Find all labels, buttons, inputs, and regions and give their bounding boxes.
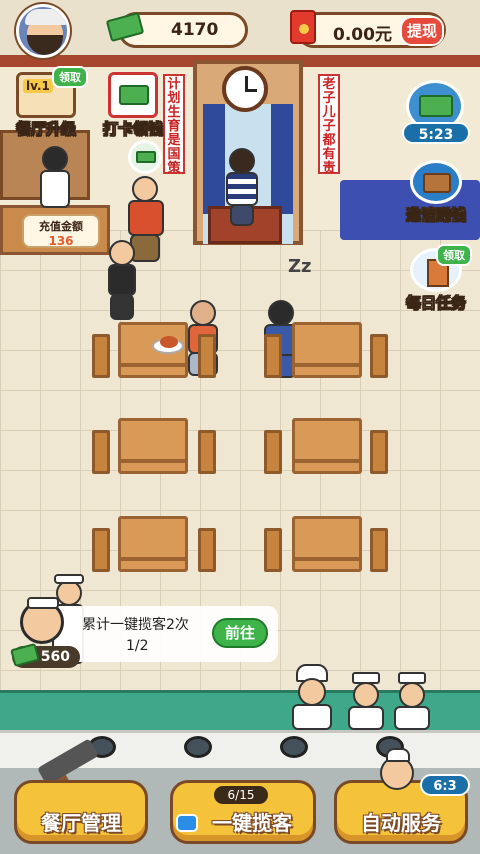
cash-value: 0.00元 bbox=[333, 25, 392, 45]
customer-jacket bbox=[108, 264, 136, 296]
staff-uniform bbox=[40, 170, 70, 208]
stool bbox=[92, 528, 110, 572]
chef-2 bbox=[346, 672, 386, 730]
task-go-button[interactable]: 前往 bbox=[212, 618, 268, 648]
red-envelope-icon bbox=[290, 10, 316, 44]
chef-head bbox=[399, 682, 425, 708]
customer-pants bbox=[230, 204, 254, 226]
stool bbox=[92, 430, 110, 474]
staff-head bbox=[42, 146, 68, 172]
invite-label: 邀请赚钱 bbox=[405, 206, 467, 225]
customer-shirt bbox=[128, 200, 164, 236]
daily-claim-badge[interactable]: 领取 bbox=[436, 244, 472, 266]
chef-hat bbox=[54, 574, 84, 584]
avatar-cap bbox=[25, 9, 67, 25]
stool bbox=[264, 334, 282, 378]
stool bbox=[370, 430, 388, 474]
sleep-indicator: Zz bbox=[288, 256, 312, 277]
checkin-button[interactable]: 打卡领钱 bbox=[92, 72, 174, 139]
dining-table-4[interactable] bbox=[292, 418, 362, 474]
reward-timer: 5:23 bbox=[402, 122, 470, 144]
customer-pants bbox=[110, 294, 134, 320]
stool bbox=[264, 528, 282, 572]
video-ad-icon bbox=[176, 814, 198, 832]
chef-uniform bbox=[348, 706, 384, 730]
checkin-label: 打卡领钱 bbox=[102, 120, 164, 139]
withdraw-button[interactable]: 提现 bbox=[400, 16, 444, 46]
nurse-cap bbox=[27, 597, 59, 609]
nurse-avatar bbox=[20, 597, 64, 644]
stove-burner bbox=[184, 736, 212, 758]
customer-at-door[interactable] bbox=[222, 148, 262, 228]
stool bbox=[370, 334, 388, 378]
chef-1 bbox=[288, 664, 336, 730]
wall-clock bbox=[222, 66, 268, 112]
stool bbox=[198, 334, 216, 378]
chef-uniform bbox=[292, 704, 332, 730]
floating-cash-bubble[interactable] bbox=[128, 140, 162, 174]
auto-service-ratio: 6:3 bbox=[420, 774, 470, 796]
stove-burner bbox=[280, 736, 308, 758]
customer-head bbox=[132, 176, 158, 202]
restaurant-management-button[interactable]: 餐厅管理 bbox=[14, 780, 148, 844]
auto-service-chef-icon bbox=[380, 748, 414, 790]
upgrade-label: 餐厅升级 bbox=[15, 120, 77, 139]
management-label: 餐厅管理 bbox=[41, 811, 121, 835]
upgrade-claim-badge[interactable]: 领取 bbox=[52, 66, 88, 88]
stool bbox=[264, 430, 282, 474]
game-stage: 计划生育是国策 老子儿子都有责 Zz 4170 0.00元 提现 lv.1 餐厅… bbox=[0, 0, 480, 854]
banner-right: 老子儿子都有责 bbox=[318, 74, 340, 176]
cash-icon bbox=[136, 151, 156, 163]
level-badge: lv.1 bbox=[23, 79, 53, 93]
customer-head bbox=[109, 240, 135, 266]
chef-head bbox=[298, 678, 326, 706]
stool bbox=[370, 528, 388, 572]
dining-table-2[interactable] bbox=[292, 322, 362, 378]
curtain-right bbox=[271, 104, 293, 214]
recharge-amount: 136 bbox=[48, 234, 74, 248]
food-dish bbox=[160, 336, 178, 348]
gift-box-icon bbox=[410, 160, 462, 204]
dining-table-5[interactable] bbox=[118, 516, 188, 572]
calendar-icon bbox=[108, 72, 158, 118]
dining-table-6[interactable] bbox=[292, 516, 362, 572]
customer-cap[interactable] bbox=[104, 240, 140, 322]
clock-minute-hand bbox=[245, 89, 257, 92]
stool bbox=[92, 334, 110, 378]
chef-3 bbox=[392, 672, 432, 730]
task-progress: 1/2 bbox=[126, 638, 149, 654]
dining-table-3[interactable] bbox=[118, 418, 188, 474]
customer-head bbox=[229, 148, 255, 174]
recharge-title: 充值金额 bbox=[39, 220, 83, 233]
recharge-amount-badge[interactable]: 充值金额 136 bbox=[22, 214, 100, 248]
money-value: 4170 bbox=[171, 20, 219, 40]
food-plate bbox=[152, 336, 184, 354]
cash-stack-icon bbox=[119, 85, 149, 105]
cashier-staff bbox=[38, 146, 72, 210]
task-description: 累计一键揽客2次 bbox=[82, 617, 189, 633]
stool bbox=[198, 430, 216, 474]
auto-service-label: 自动服务 bbox=[361, 811, 441, 835]
box-icon bbox=[423, 173, 451, 193]
stool bbox=[198, 528, 216, 572]
player-avatar[interactable] bbox=[16, 4, 70, 58]
customer-head bbox=[268, 300, 294, 326]
customer-shirt bbox=[226, 172, 258, 206]
chef-head bbox=[353, 682, 379, 708]
invite-earn-button[interactable]: 邀请赚钱 bbox=[396, 160, 476, 225]
attract-progress: 6/15 bbox=[214, 786, 268, 804]
customer-head bbox=[190, 300, 216, 326]
daily-label: 每日任务 bbox=[405, 294, 467, 313]
chef-uniform bbox=[394, 706, 430, 730]
cash-stack-icon bbox=[419, 95, 453, 117]
chef-hat bbox=[386, 748, 410, 762]
avatar-beard bbox=[27, 35, 63, 55]
